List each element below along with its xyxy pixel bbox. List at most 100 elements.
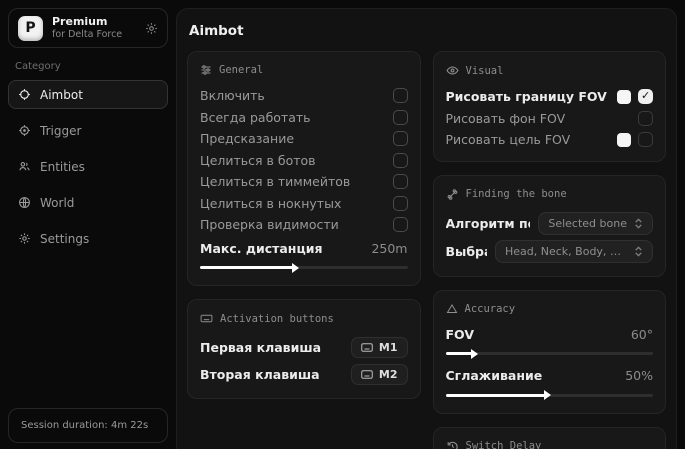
select-value: Selected bone xyxy=(548,217,627,230)
toggle-label: Предсказание xyxy=(200,131,294,146)
bone-row: Алгоритм поиска кост Selected bone xyxy=(446,210,654,238)
sidebar-item-trigger[interactable]: Trigger xyxy=(8,116,168,145)
toggle-label: Всегда работать xyxy=(200,110,311,125)
app-name: Premium xyxy=(52,15,136,29)
app-subtitle: for Delta Force xyxy=(52,29,136,41)
visual-label: Рисовать цель FOV xyxy=(446,132,571,147)
checkbox[interactable] xyxy=(393,110,408,125)
visual-label: Рисовать фон FOV xyxy=(446,111,566,126)
page-title: Aimbot xyxy=(189,23,666,39)
crosshair-icon xyxy=(18,88,31,101)
sidebar-item-world[interactable]: World xyxy=(8,188,168,217)
keybind-label: Вторая клавиша xyxy=(200,367,320,382)
card-activation-header: Activation buttons xyxy=(200,312,408,325)
keybind-label: Первая клавиша xyxy=(200,340,321,355)
sliders-icon xyxy=(200,64,212,76)
eye-icon xyxy=(446,64,459,77)
sidebar-item-settings[interactable]: Settings xyxy=(8,224,168,253)
select-value: Head, Neck, Body, Pe.. xyxy=(505,245,627,258)
trigger-icon xyxy=(18,124,31,137)
bone-label: Алгоритм поиска кост xyxy=(446,216,531,231)
checkbox-checked[interactable] xyxy=(638,89,653,104)
sidebar-item-aimbot[interactable]: Aimbot xyxy=(8,80,168,109)
sidebar-item-label: World xyxy=(40,196,74,210)
section-title: Activation buttons xyxy=(220,313,334,325)
toggle-row: Целиться в нокнутых xyxy=(200,193,408,215)
keybind-button-m2[interactable]: M2 xyxy=(351,364,408,385)
app-logo: P xyxy=(18,16,43,41)
clock-rotate-icon xyxy=(446,440,459,449)
selected-bones-select[interactable]: Head, Neck, Body, Pe.. xyxy=(495,240,653,263)
checkbox[interactable] xyxy=(393,174,408,189)
card-visual-header: Visual xyxy=(446,64,654,77)
card-general-header: General xyxy=(200,64,408,76)
fov-slider[interactable] xyxy=(446,352,654,355)
card-accuracy: Accuracy FOV 60° Сглаживание 50% xyxy=(433,290,667,414)
bone-algorithm-select[interactable]: Selected bone xyxy=(538,212,653,235)
sidebar-item-label: Aimbot xyxy=(40,88,83,102)
visual-label: Рисовать границу FOV xyxy=(446,89,607,104)
sidebar-item-label: Trigger xyxy=(40,124,81,138)
triangle-icon xyxy=(446,303,458,315)
color-swatch[interactable] xyxy=(617,90,631,104)
smoothing-slider[interactable] xyxy=(446,394,654,397)
slider-label-row: Макс. дистанция 250m xyxy=(200,238,408,260)
slider-label: FOV xyxy=(446,327,475,342)
bone-label: Выбранные кос xyxy=(446,244,488,259)
card-finding-bone: Finding the bone Алгоритм поиска кост Se… xyxy=(433,175,667,277)
max-distance-slider-block: Макс. дистанция 250m xyxy=(200,238,408,270)
slider-fill xyxy=(446,352,473,355)
gear-icon xyxy=(18,232,31,245)
max-distance-slider[interactable] xyxy=(200,266,408,269)
slider-value: 60° xyxy=(631,327,653,342)
toggle-label: Целиться в ботов xyxy=(200,153,316,168)
visual-row: Рисовать границу FOV xyxy=(446,86,654,108)
section-title: General xyxy=(219,64,263,76)
toggle-label: Целиться в нокнутых xyxy=(200,196,341,211)
slider-fill xyxy=(200,266,293,269)
toggle-row: Целиться в ботов xyxy=(200,150,408,172)
card-general: General Включить Всегда работать Предска… xyxy=(187,51,421,286)
slider-value: 250m xyxy=(371,241,407,256)
session-duration: Session duration: 4m 22s xyxy=(8,408,168,443)
color-swatch[interactable] xyxy=(617,133,631,147)
toggle-row: Проверка видимости xyxy=(200,214,408,236)
left-column: General Включить Всегда работать Предска… xyxy=(187,51,421,449)
keybind-row: Вторая клавиша M2 xyxy=(200,361,408,388)
card-switch-delay: Switch Delay Задержка переключения Задер… xyxy=(433,427,667,449)
checkbox[interactable] xyxy=(393,217,408,232)
slider-label: Сглаживание xyxy=(446,368,543,383)
keybind-value: M1 xyxy=(379,341,398,354)
checkbox[interactable] xyxy=(393,196,408,211)
brand-card: P Premium for Delta Force xyxy=(8,8,168,48)
card-switch-delay-header: Switch Delay xyxy=(446,440,654,449)
section-title: Accuracy xyxy=(465,303,516,315)
slider-label-row: Сглаживание 50% xyxy=(446,365,654,387)
sidebar-item-entities[interactable]: Entities xyxy=(8,152,168,181)
toggle-label: Проверка видимости xyxy=(200,217,339,232)
card-accuracy-header: Accuracy xyxy=(446,303,654,315)
checkbox[interactable] xyxy=(393,153,408,168)
keyboard-icon xyxy=(200,312,213,325)
sidebar-item-label: Entities xyxy=(40,160,85,174)
checkbox[interactable] xyxy=(393,131,408,146)
entities-icon xyxy=(18,160,31,173)
card-visual: Visual Рисовать границу FOV Рисовать фон… xyxy=(433,51,667,162)
slider-fill xyxy=(446,394,546,397)
fov-slider-block: FOV 60° xyxy=(446,324,654,356)
slider-label-row: FOV 60° xyxy=(446,324,654,346)
unfold-icon xyxy=(634,218,643,229)
bone-row: Выбранные кос Head, Neck, Body, Pe.. xyxy=(446,238,654,266)
toggle-row: Включить xyxy=(200,85,408,107)
gear-icon[interactable] xyxy=(145,22,158,35)
visual-controls xyxy=(638,111,653,126)
sidebar: P Premium for Delta Force Category Aimbo… xyxy=(0,0,176,449)
checkbox[interactable] xyxy=(393,88,408,103)
checkbox[interactable] xyxy=(638,132,653,147)
checkbox[interactable] xyxy=(638,111,653,126)
bone-icon xyxy=(446,188,459,201)
brand-text: Premium for Delta Force xyxy=(52,15,136,41)
toggle-row: Целиться в тиммейтов xyxy=(200,171,408,193)
keybind-button-m1[interactable]: M1 xyxy=(351,337,408,358)
card-activation-buttons: Activation buttons Первая клавиша M1 xyxy=(187,299,421,399)
